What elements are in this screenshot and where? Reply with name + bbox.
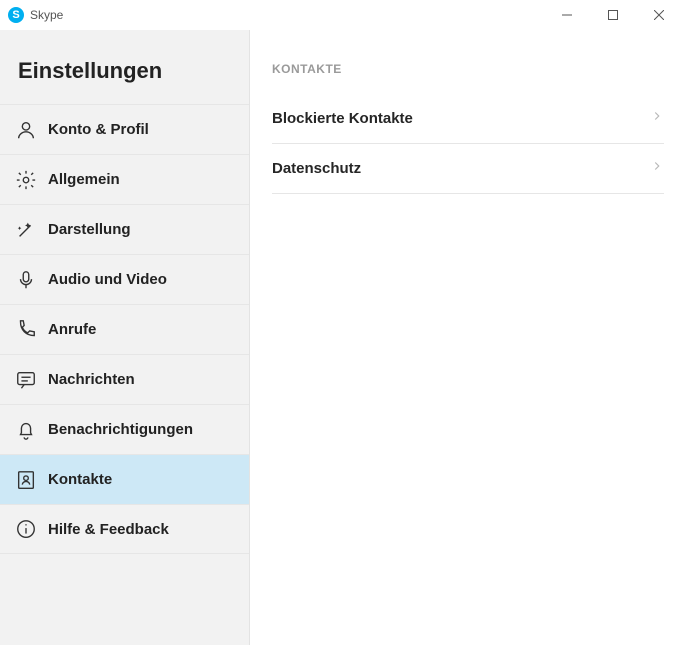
settings-panel: KONTAKTE Blockierte Kontakte Datenschutz — [250, 30, 682, 645]
titlebar: S Skype — [0, 0, 682, 30]
sidebar-item-audio-video[interactable]: Audio und Video — [0, 254, 249, 304]
sidebar-item-label: Anrufe — [48, 321, 96, 338]
row-privacy[interactable]: Datenschutz — [272, 144, 664, 194]
sidebar-item-general[interactable]: Allgemein — [0, 154, 249, 204]
sidebar-item-label: Kontakte — [48, 471, 112, 488]
skype-logo-icon: S — [8, 7, 24, 23]
sidebar-item-notifications[interactable]: Benachrichtigungen — [0, 404, 249, 454]
sidebar-item-help[interactable]: Hilfe & Feedback — [0, 504, 249, 554]
sidebar-item-messages[interactable]: Nachrichten — [0, 354, 249, 404]
sidebar-item-label: Allgemein — [48, 171, 120, 188]
chat-icon — [14, 368, 38, 392]
close-button[interactable] — [636, 0, 682, 30]
phone-icon — [14, 318, 38, 342]
sidebar-item-label: Konto & Profil — [48, 121, 149, 138]
settings-heading: Einstellungen — [0, 30, 249, 104]
gear-icon — [14, 168, 38, 192]
bell-icon — [14, 418, 38, 442]
window-controls — [544, 0, 682, 30]
chevron-right-icon — [650, 159, 664, 178]
sidebar-item-label: Hilfe & Feedback — [48, 521, 169, 538]
sidebar-item-label: Darstellung — [48, 221, 131, 238]
sidebar-item-calls[interactable]: Anrufe — [0, 304, 249, 354]
row-blocked-contacts[interactable]: Blockierte Kontakte — [272, 94, 664, 144]
contacts-icon — [14, 468, 38, 492]
sidebar-item-label: Nachrichten — [48, 371, 135, 388]
person-icon — [14, 118, 38, 142]
chevron-right-icon — [650, 109, 664, 128]
microphone-icon — [14, 268, 38, 292]
section-title: KONTAKTE — [272, 62, 664, 76]
sidebar-item-contacts[interactable]: Kontakte — [0, 454, 249, 504]
info-icon — [14, 517, 38, 541]
sidebar-item-label: Benachrichtigungen — [48, 421, 193, 438]
settings-sidebar: Einstellungen Konto & Profil Allgemein D… — [0, 30, 250, 645]
row-label: Blockierte Kontakte — [272, 110, 413, 127]
wand-icon — [14, 218, 38, 242]
row-label: Datenschutz — [272, 160, 361, 177]
sidebar-item-account[interactable]: Konto & Profil — [0, 104, 249, 154]
sidebar-item-appearance[interactable]: Darstellung — [0, 204, 249, 254]
minimize-button[interactable] — [544, 0, 590, 30]
window-title: Skype — [30, 8, 63, 22]
maximize-button[interactable] — [590, 0, 636, 30]
sidebar-item-label: Audio und Video — [48, 271, 167, 288]
